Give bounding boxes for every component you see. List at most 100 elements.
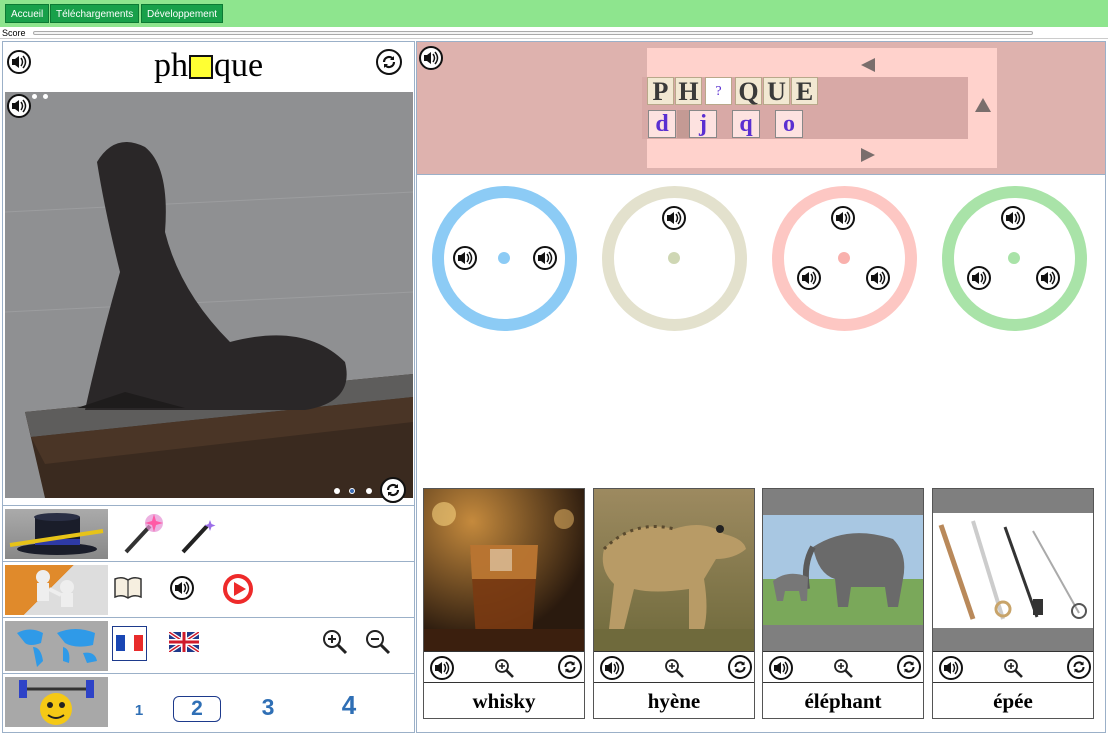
circle-speaker-icon[interactable]	[831, 206, 855, 230]
magic-hat-image	[5, 509, 108, 559]
level-3-button[interactable]: 3	[243, 694, 293, 724]
circle-speaker-icon[interactable]	[662, 206, 686, 230]
book-icon[interactable]	[113, 575, 143, 601]
circle-speaker-icon[interactable]	[1036, 266, 1060, 290]
photo-refresh-icon[interactable]	[380, 477, 406, 503]
card-speaker-icon[interactable]	[600, 656, 624, 680]
card-word-label: hyène	[647, 689, 701, 713]
separator	[677, 110, 689, 138]
circle-center-dot	[498, 252, 510, 264]
carousel-dot-active[interactable]	[349, 488, 355, 494]
elephant-image	[763, 489, 923, 651]
right-panel: P H ? Q U E d j q o whisky hyène éléphan…	[416, 41, 1106, 733]
word-card-whisky[interactable]: whisky	[423, 488, 585, 719]
card-word-label: whisky	[472, 689, 536, 713]
missing-letter-box	[188, 55, 213, 79]
circle-speaker-icon[interactable]	[1001, 206, 1025, 230]
circle-speaker-icon[interactable]	[533, 246, 557, 270]
magic-tool-row	[3, 505, 414, 561]
circle-speaker-icon[interactable]	[866, 266, 890, 290]
carousel-dot[interactable]	[366, 488, 372, 494]
uk-flag-button[interactable]	[167, 630, 201, 654]
left-panel: ph que 1 2 3 4	[2, 41, 415, 733]
circle-center-dot	[838, 252, 850, 264]
card-speaker-icon[interactable]	[769, 656, 793, 680]
card-zoom-icon[interactable]	[663, 657, 685, 679]
circle-speaker-icon[interactable]	[967, 266, 991, 290]
letter-tile: E	[791, 77, 818, 106]
refresh-icon[interactable]	[376, 49, 402, 75]
photo-dot[interactable]	[43, 94, 48, 99]
helper-figure-image	[5, 565, 108, 615]
card-controls	[594, 651, 754, 683]
level-4-label: 4	[341, 690, 357, 720]
main-photo-sea-lion	[5, 92, 413, 498]
arrow-left-icon[interactable]	[861, 58, 875, 72]
choice-letter-o[interactable]: o	[775, 110, 803, 138]
play-icon[interactable]	[223, 574, 253, 604]
read-speaker-icon[interactable]	[170, 576, 194, 600]
target-word: ph que	[3, 46, 414, 86]
letter-puzzle-zone: P H ? Q U E d j q o	[417, 42, 1105, 175]
photo-speaker-icon[interactable]	[7, 94, 31, 118]
card-refresh-icon[interactable]	[728, 655, 752, 679]
arrow-right-icon[interactable]	[861, 148, 875, 162]
magic-wand-icon[interactable]	[177, 516, 217, 556]
score-progress-track	[33, 31, 1033, 35]
nav-home-button[interactable]: Accueil	[5, 4, 50, 23]
missing-letter-slot[interactable]: ?	[705, 77, 732, 105]
nav-downloads-button[interactable]: Téléchargements	[50, 4, 140, 23]
circle-center-dot	[668, 252, 680, 264]
french-flag-button[interactable]	[112, 626, 147, 661]
card-zoom-icon[interactable]	[1002, 657, 1024, 679]
zoom-in-icon[interactable]	[321, 628, 349, 656]
circle-center-dot	[1008, 252, 1020, 264]
card-zoom-icon[interactable]	[493, 657, 515, 679]
circle-speaker-icon[interactable]	[453, 246, 477, 270]
card-controls	[424, 651, 584, 683]
choice-letter-d[interactable]: d	[648, 110, 676, 138]
choice-letter-j[interactable]: j	[689, 110, 717, 138]
card-controls	[933, 651, 1093, 683]
card-refresh-icon[interactable]	[558, 655, 582, 679]
level-2-label: 2	[191, 697, 203, 720]
arrow-up-icon[interactable]	[975, 98, 991, 112]
letter-tile: H	[675, 77, 702, 106]
language-tool-row	[3, 617, 414, 673]
letter-tile: P	[647, 77, 674, 106]
nav-development-button[interactable]: Développement	[141, 4, 224, 23]
card-word-label: épée	[993, 689, 1033, 713]
word-suffix: que	[213, 47, 264, 84]
word-card-epee[interactable]: épée	[932, 488, 1094, 719]
puzzle-speaker-icon[interactable]	[419, 46, 443, 70]
level-1-label: 1	[134, 702, 144, 719]
carousel-dot[interactable]	[334, 488, 340, 494]
letter-tile: Q	[735, 77, 762, 106]
score-label: Score	[2, 28, 26, 38]
hyena-image	[594, 489, 754, 651]
magic-wand-sparkle-icon[interactable]	[120, 512, 166, 558]
zoom-out-icon[interactable]	[364, 628, 392, 656]
weightlifter-smiley-image	[5, 677, 108, 727]
card-zoom-icon[interactable]	[832, 657, 854, 679]
level-tool-row: 1 2 3 4	[3, 673, 414, 729]
card-refresh-icon[interactable]	[1067, 655, 1091, 679]
swords-image	[933, 489, 1093, 651]
word-card-hyene[interactable]: hyène	[593, 488, 755, 719]
card-speaker-icon[interactable]	[430, 656, 454, 680]
card-refresh-icon[interactable]	[897, 655, 921, 679]
circle-speaker-icon[interactable]	[797, 266, 821, 290]
reading-tool-row	[3, 561, 414, 617]
score-bar: Score	[0, 27, 1108, 39]
level-2-button-selected[interactable]: 2	[173, 696, 221, 722]
card-word-label: éléphant	[804, 689, 882, 713]
level-1-button[interactable]: 1	[121, 702, 157, 732]
word-prefix: ph	[153, 47, 188, 84]
word-card-elephant[interactable]: éléphant	[762, 488, 924, 719]
card-speaker-icon[interactable]	[939, 656, 963, 680]
choice-letter-q[interactable]: q	[732, 110, 760, 138]
level-4-button[interactable]: 4	[321, 690, 377, 720]
card-controls	[763, 651, 923, 683]
whisky-image	[424, 489, 584, 651]
photo-dot[interactable]	[32, 94, 37, 99]
